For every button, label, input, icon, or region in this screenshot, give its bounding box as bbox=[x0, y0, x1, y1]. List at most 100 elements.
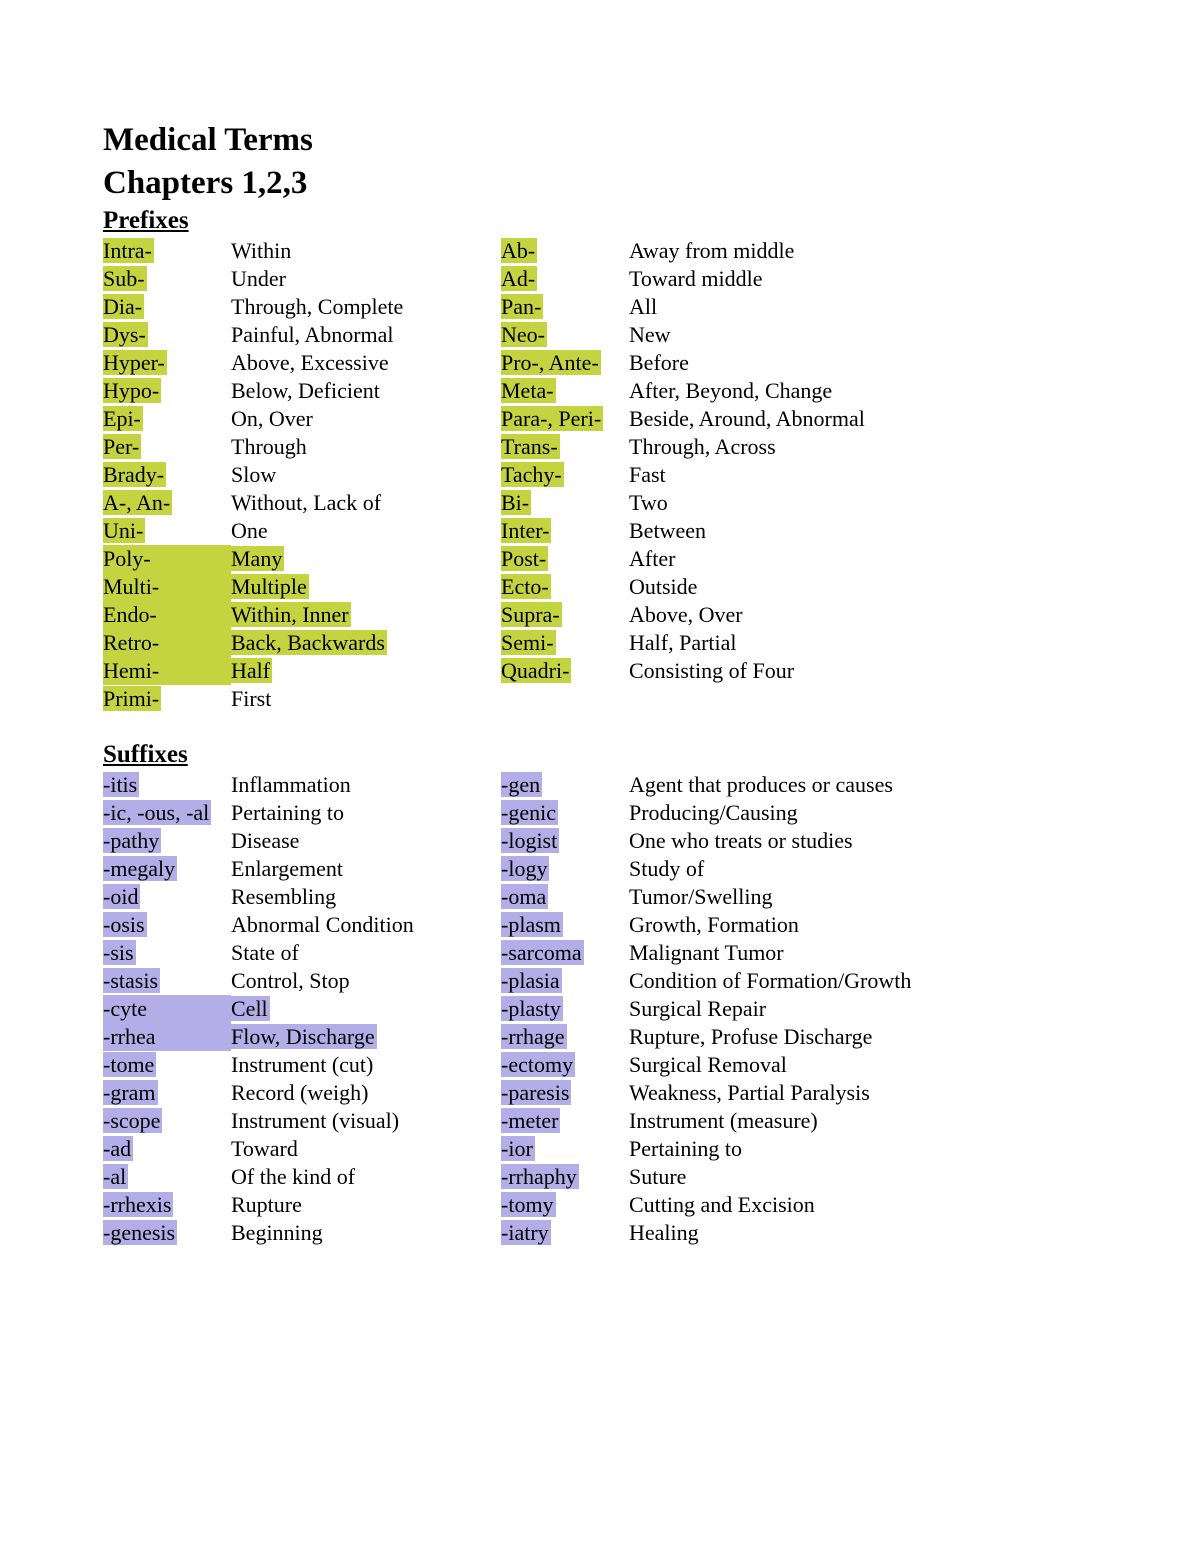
definition-cell: Disease bbox=[231, 827, 501, 855]
term-row: -rrhageRupture, Profuse Discharge bbox=[501, 1023, 1001, 1051]
term-text: -sarcoma bbox=[501, 940, 584, 965]
term-row: Supra-Above, Over bbox=[501, 601, 1001, 629]
term-row: Primi-First bbox=[103, 685, 501, 713]
definition-text: Below, Deficient bbox=[231, 378, 382, 403]
definition-text: Record (weigh) bbox=[231, 1080, 370, 1105]
definition-cell: One bbox=[231, 517, 501, 545]
term-text: Ad- bbox=[501, 266, 537, 291]
term-row: -logistOne who treats or studies bbox=[501, 827, 1001, 855]
term-text: -tome bbox=[103, 1052, 156, 1077]
term-row: Bi-Two bbox=[501, 489, 1001, 517]
definition-cell: Two bbox=[629, 489, 1001, 517]
term-text: Ecto- bbox=[501, 574, 551, 599]
term-cell: Sub- bbox=[103, 265, 231, 293]
term-text: Sub- bbox=[103, 266, 147, 291]
definition-cell: Fast bbox=[629, 461, 1001, 489]
term-text: Pan- bbox=[501, 294, 543, 319]
definition-cell: Tumor/Swelling bbox=[629, 883, 1001, 911]
term-row: Brady-Slow bbox=[103, 461, 501, 489]
definition-cell: Multiple bbox=[231, 573, 501, 601]
term-row: Multi-Multiple bbox=[103, 573, 501, 601]
section-heading-prefixes: Prefixes bbox=[103, 207, 1100, 235]
term-cell: -plasty bbox=[501, 995, 629, 1023]
definition-text: Two bbox=[629, 490, 670, 515]
term-row: Quadri-Consisting of Four bbox=[501, 657, 1001, 685]
term-row: -gramRecord (weigh) bbox=[103, 1079, 501, 1107]
term-text: Tachy- bbox=[501, 462, 564, 487]
term-row: Hypo-Below, Deficient bbox=[103, 377, 501, 405]
term-row: -rrhaphySuture bbox=[501, 1163, 1001, 1191]
definition-text: Tumor/Swelling bbox=[629, 884, 774, 909]
term-cell: Hemi- bbox=[103, 657, 231, 685]
term-text: -rrhaphy bbox=[501, 1164, 579, 1189]
definition-cell: Malignant Tumor bbox=[629, 939, 1001, 967]
definition-text: Beside, Around, Abnormal bbox=[629, 406, 867, 431]
definition-cell: Healing bbox=[629, 1219, 1001, 1247]
term-cell: Ad- bbox=[501, 265, 629, 293]
term-text: Hyper- bbox=[103, 350, 167, 375]
definition-cell: State of bbox=[231, 939, 501, 967]
definition-cell: Control, Stop bbox=[231, 967, 501, 995]
definition-text: Between bbox=[629, 518, 708, 543]
definition-cell: Outside bbox=[629, 573, 1001, 601]
term-row: -cyteCell bbox=[103, 995, 501, 1023]
definition-cell: Before bbox=[629, 349, 1001, 377]
definition-cell: Many bbox=[231, 545, 501, 573]
term-row: Trans-Through, Across bbox=[501, 433, 1001, 461]
suffixes-right-col: -genAgent that produces or causes-genicP… bbox=[501, 771, 1001, 1247]
definition-text: Cell bbox=[231, 996, 270, 1021]
term-text: Per- bbox=[103, 434, 141, 459]
definition-cell: Condition of Formation/Growth bbox=[629, 967, 1001, 995]
definition-cell: Producing/Causing bbox=[629, 799, 1001, 827]
term-cell: -logy bbox=[501, 855, 629, 883]
definition-cell: Surgical Removal bbox=[629, 1051, 1001, 1079]
definition-cell: Within bbox=[231, 237, 501, 265]
definition-cell: Within, Inner bbox=[231, 601, 501, 629]
term-text: Hemi- bbox=[103, 657, 231, 685]
definition-text: One who treats or studies bbox=[629, 828, 855, 853]
term-text: Pro-, Ante- bbox=[501, 350, 601, 375]
definition-text: Many bbox=[231, 546, 284, 571]
term-cell: -paresis bbox=[501, 1079, 629, 1107]
term-text: -cyte bbox=[103, 995, 231, 1023]
definition-text: Malignant Tumor bbox=[629, 940, 786, 965]
definition-cell: Away from middle bbox=[629, 237, 1001, 265]
definition-cell: Weakness, Partial Paralysis bbox=[629, 1079, 1001, 1107]
term-cell: -stasis bbox=[103, 967, 231, 995]
term-row: -rrhexisRupture bbox=[103, 1191, 501, 1219]
term-cell: -genesis bbox=[103, 1219, 231, 1247]
term-cell: -megaly bbox=[103, 855, 231, 883]
definition-cell: Through, Across bbox=[629, 433, 1001, 461]
term-text: -al bbox=[103, 1164, 128, 1189]
definition-text: Instrument (measure) bbox=[629, 1108, 820, 1133]
term-row: -logyStudy of bbox=[501, 855, 1001, 883]
term-text: -iatry bbox=[501, 1220, 551, 1245]
definition-text: Agent that produces or causes bbox=[629, 772, 895, 797]
definition-text: Consisting of Four bbox=[629, 658, 796, 683]
term-row: -ectomySurgical Removal bbox=[501, 1051, 1001, 1079]
term-row: Sub-Under bbox=[103, 265, 501, 293]
term-cell: -tome bbox=[103, 1051, 231, 1079]
definition-cell: On, Over bbox=[231, 405, 501, 433]
definition-text: New bbox=[629, 322, 673, 347]
term-cell: -sis bbox=[103, 939, 231, 967]
definition-text: Without, Lack of bbox=[231, 490, 383, 515]
term-cell: -osis bbox=[103, 911, 231, 939]
term-cell: -rrhexis bbox=[103, 1191, 231, 1219]
definition-text: Back, Backwards bbox=[231, 630, 387, 655]
term-cell: -rrhaphy bbox=[501, 1163, 629, 1191]
term-cell: Hypo- bbox=[103, 377, 231, 405]
definition-text: Pertaining to bbox=[231, 800, 346, 825]
document-page: Medical Terms Chapters 1,2,3 Prefixes In… bbox=[0, 0, 1200, 1553]
definition-text: On, Over bbox=[231, 406, 315, 431]
definition-text: Instrument (cut) bbox=[231, 1052, 375, 1077]
definition-cell: Flow, Discharge bbox=[231, 1023, 501, 1051]
definition-cell: Agent that produces or causes bbox=[629, 771, 1001, 799]
term-row: -iorPertaining to bbox=[501, 1135, 1001, 1163]
term-text: Retro- bbox=[103, 629, 231, 657]
term-row: -ic, -ous, -alPertaining to bbox=[103, 799, 501, 827]
term-cell: -sarcoma bbox=[501, 939, 629, 967]
definition-text: Half bbox=[231, 658, 272, 683]
definition-text: Of the kind of bbox=[231, 1164, 357, 1189]
term-row: Tachy- Fast bbox=[501, 461, 1001, 489]
